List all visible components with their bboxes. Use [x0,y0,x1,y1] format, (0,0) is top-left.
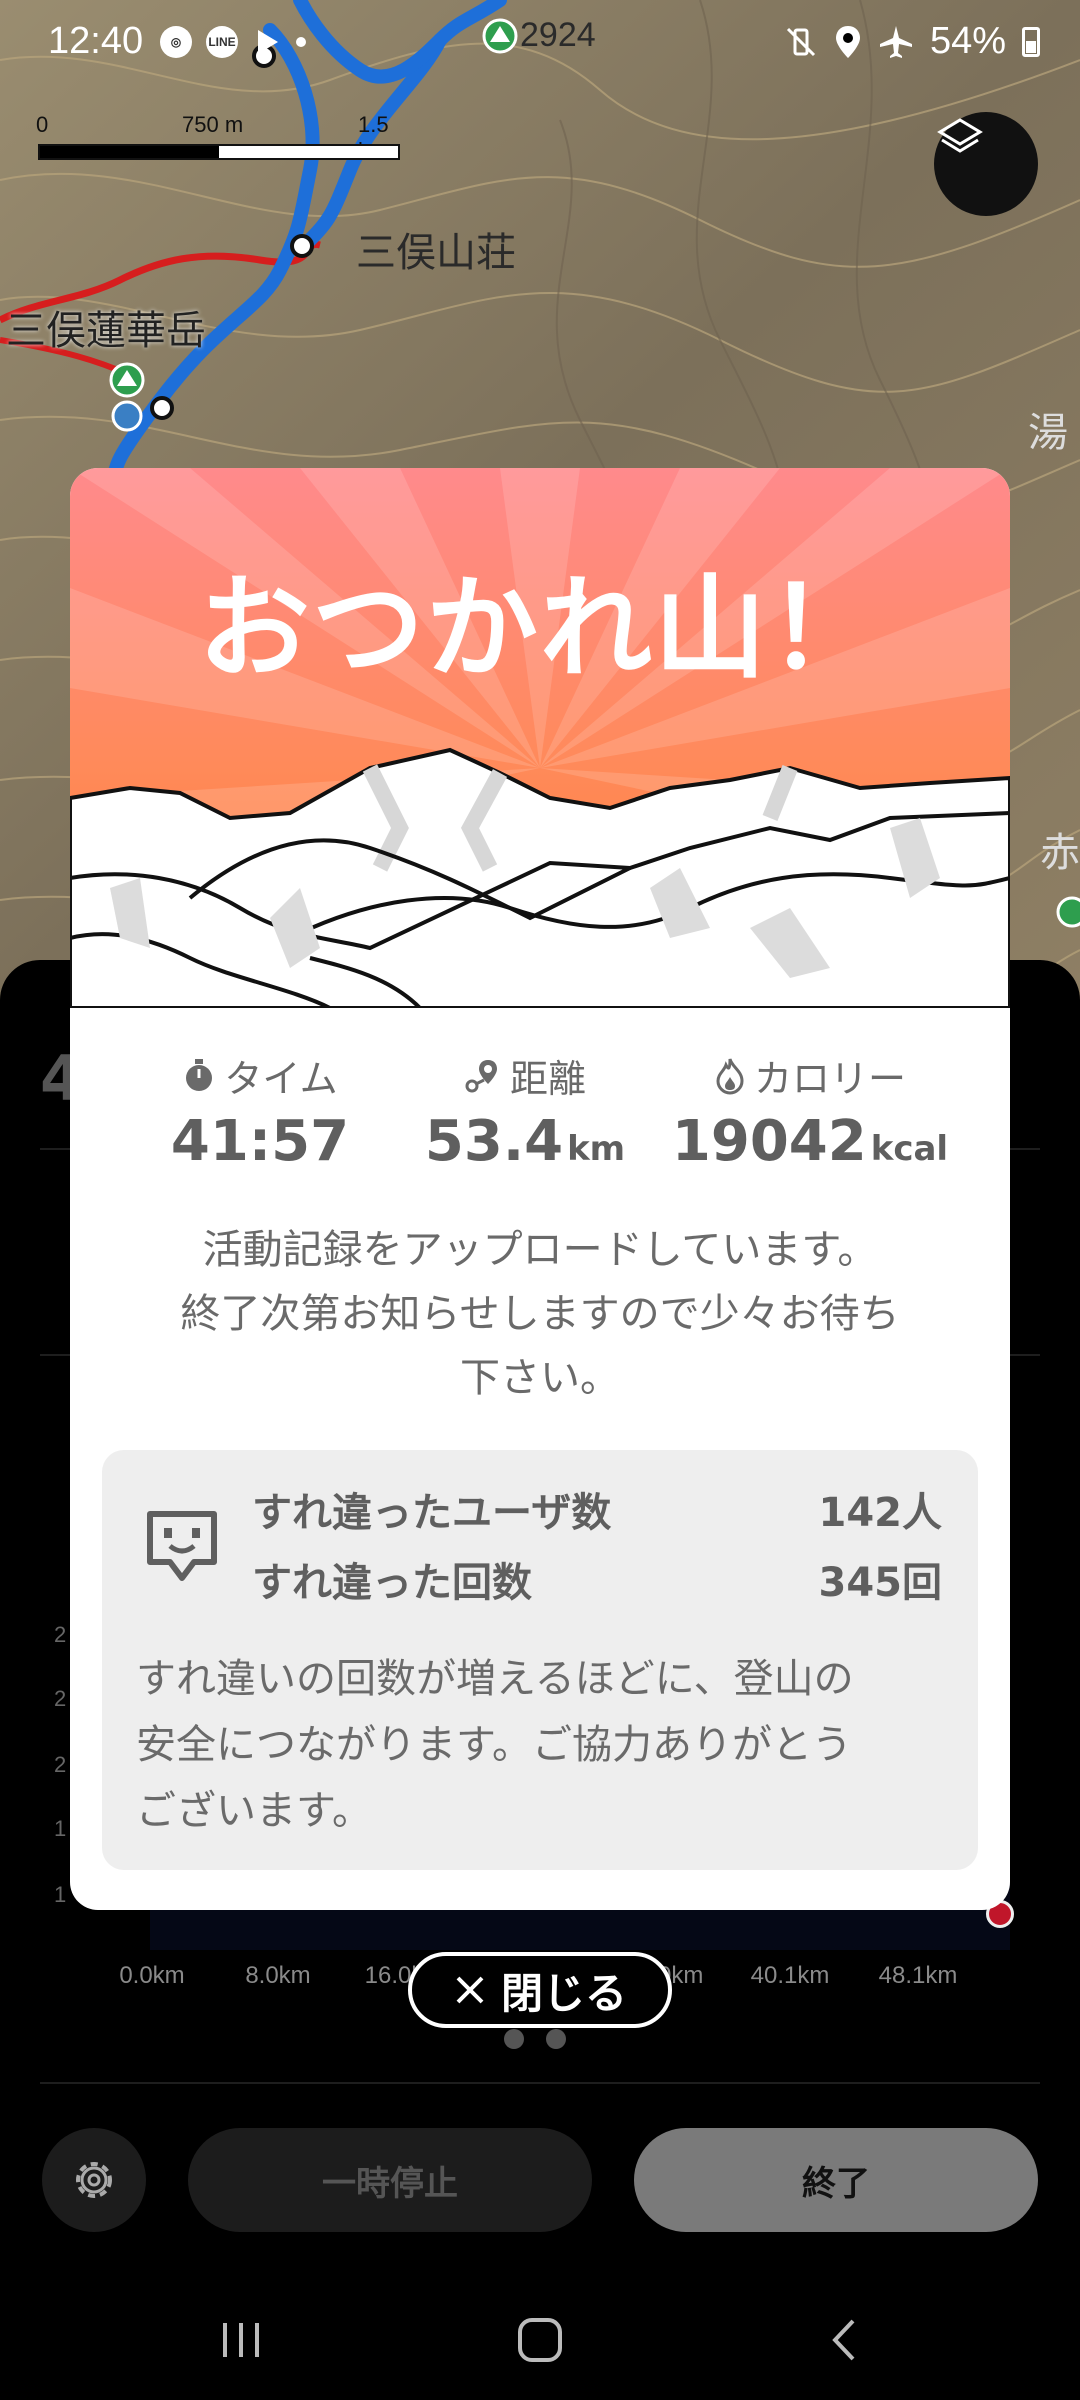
activity-complete-dialog: おつかれ山！ タイム 41:57 距離 53.4 km カロリー 19042 kca… [70,468,1010,1910]
upload-status-message: 活動記録をアップロードしています。 終了次第お知らせしますので少々お待ち 下さい… [110,1218,970,1410]
mountain-name-label: 三俣蓮華岳 [6,308,206,354]
stat-distance-value-row: 53.4 km [400,1109,650,1174]
status-notification-icons: ◎ LINE [160,26,306,58]
upload-message-line: 活動記録をアップロードしています。 [202,1227,878,1273]
passing-note-line: すれ違いの回数が増えるほどに、登山の [136,1656,854,1702]
hut-name-label: 三俣山荘 [356,230,516,276]
system-navigation-bar [0,2280,1080,2400]
scale-bar-graphic [38,144,400,160]
passing-users-label: すれ違ったユーザ数 [252,1490,612,1536]
stat-calories-unit: kcal [870,1129,949,1169]
home-icon [518,2318,562,2362]
pause-button[interactable]: 一時停止 [188,2128,592,2232]
end-activity-button[interactable]: 終了 [634,2128,1038,2232]
scale-label-mid: 750 m [182,112,244,137]
stat-time-value: 41:57 [170,1109,350,1174]
page-dot [504,2029,524,2049]
gear-icon [76,2162,112,2198]
passing-note: すれ違いの回数が増えるほどに、登山の 安全につながります。ご協力ありがとう ござ… [136,1646,946,1844]
passing-note-line: 安全につながります。ご協力ありがとう [136,1722,852,1768]
close-icon [456,1976,484,2004]
map-scale-bar: 0 750 m 1.5 km [36,112,406,163]
passing-count-row: すれ違った回数 345回 [252,1550,942,1608]
chart-y-tick: 2 [54,1752,67,1777]
passing-users-card: すれ違ったユーザ数 142人 すれ違った回数 345回 すれ違いの回数が増えるほ… [102,1450,978,1870]
map-edge-label-yu: 湯 [1028,410,1068,456]
status-time: 12:40 [48,20,144,62]
play-store-icon [258,30,278,54]
passing-note-line: ございます。 [136,1788,372,1834]
location-icon [835,25,860,58]
passing-count-value: 345回 [818,1560,943,1606]
chart-y-tick: 1 [54,1816,67,1841]
battery-icon [1022,26,1040,57]
passing-chat-face-icon [147,1511,217,1581]
battery-percent: 54% [929,20,1006,62]
stat-calories-value: 19042 [671,1109,867,1174]
stat-distance-unit: km [567,1129,626,1169]
activity-stats: タイム 41:57 距離 53.4 km カロリー 19042 kcal [70,1048,1010,1188]
back-icon [832,2319,855,2361]
chart-x-tick: 40.1km [750,1962,830,1989]
stopwatch-icon [186,1058,213,1091]
stat-distance-value: 53.4 [424,1109,564,1174]
close-button-label: 閉じる [500,1968,627,2018]
route-pin-icon [465,1059,497,1092]
chart-y-tick: 1 [54,1882,67,1907]
stat-distance-label: 距離 [509,1057,586,1101]
settings-button[interactable] [42,2128,146,2232]
chart-x-tick: 8.0km [245,1962,311,1989]
passing-users-value: 142人 [818,1490,943,1536]
back-button[interactable] [806,2300,886,2380]
stat-distance-label-row: 距離 [400,1048,650,1103]
stat-time-label-row: タイム [130,1048,390,1103]
airplane-mode-icon [879,25,912,58]
dialog-header-illustration: おつかれ山！ [70,468,1010,1010]
chart-x-tick: 48.1km [878,1962,958,1989]
recent-apps-button[interactable] [202,2300,282,2380]
passing-users-row: すれ違ったユーザ数 142人 [252,1480,942,1538]
page-indicator [504,2029,566,2049]
map-edge-label-aka: 赤 [1040,830,1080,876]
status-bar: 12:40 ◎ LINE 54% [0,0,1080,90]
stat-distance: 距離 53.4 km [400,1048,650,1174]
page-dot [546,2029,566,2049]
home-button[interactable] [500,2300,580,2380]
status-system-icons: 54% [784,20,1040,63]
close-dialog-button[interactable]: 閉じる [408,1952,672,2028]
stat-calories-label-row: カロリー [660,1048,960,1103]
dialog-title: おつかれ山！ [198,564,882,694]
stat-calories-value-row: 19042 kcal [660,1109,960,1174]
panel-divider-bottom [40,2082,1040,2084]
vibrate-mute-icon [786,27,815,56]
stat-time: タイム 41:57 [130,1048,390,1174]
chart-y-tick: 2 [54,1686,67,1711]
stat-time-label: タイム [224,1057,338,1101]
recent-apps-icon [223,2323,259,2357]
scale-label-zero: 0 [36,112,49,137]
more-notifications-dot-icon [296,37,306,47]
line-icon: LINE [206,26,238,58]
chart-y-tick: 2 [54,1622,67,1647]
upload-message-line: 終了次第お知らせしますので少々お待ち [180,1291,900,1337]
chart-x-tick: 0.0km [119,1962,185,1989]
layers-icon [937,118,983,153]
stat-calories-label: カロリー [753,1057,906,1101]
passing-count-label: すれ違った回数 [252,1560,532,1606]
upload-message-line: 下さい。 [460,1355,620,1401]
flame-icon [716,1057,744,1095]
map-layers-button[interactable] [934,112,1038,216]
stat-calories: カロリー 19042 kcal [660,1048,960,1174]
chrome-icon: ◎ [160,26,192,58]
